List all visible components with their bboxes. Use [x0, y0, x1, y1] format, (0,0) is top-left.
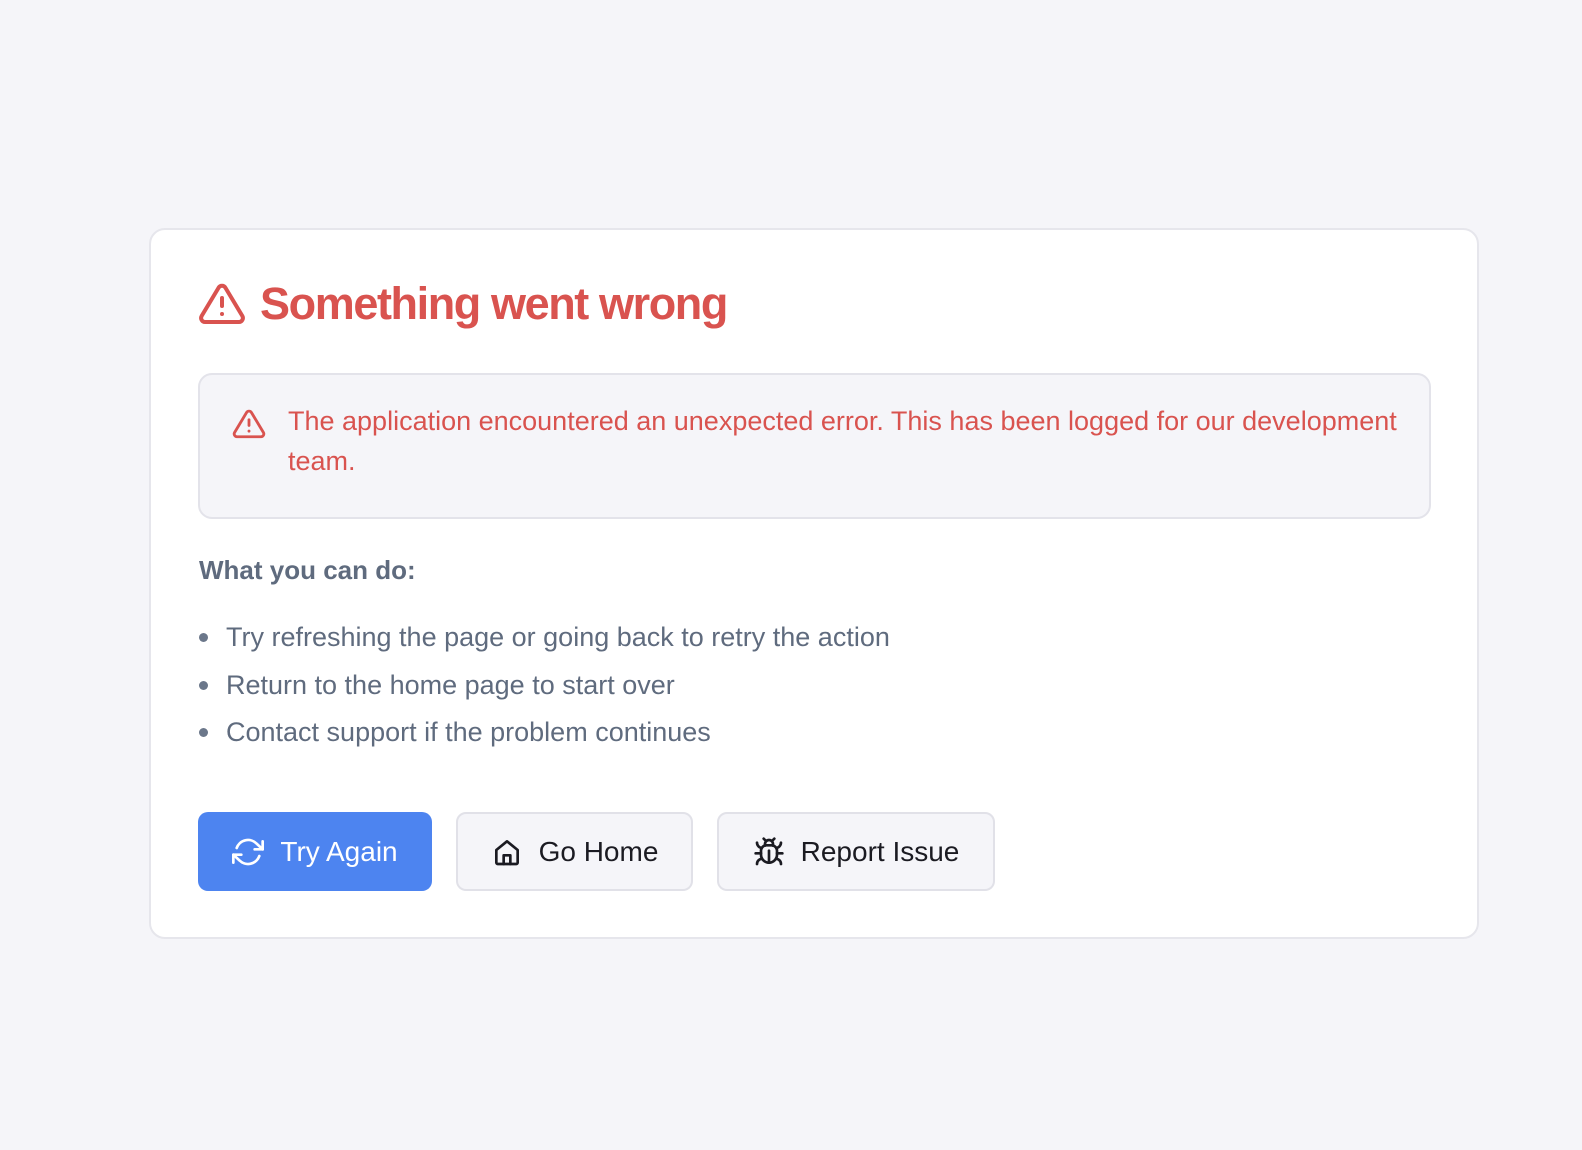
suggestion-text: Try refreshing the page or going back to…	[226, 622, 890, 652]
try-again-label: Try Again	[280, 835, 398, 867]
alert-triangle-icon	[198, 280, 246, 328]
action-buttons: Try Again Go Home Report Issue	[198, 812, 995, 891]
list-item: Contact support if the problem continues	[199, 709, 890, 757]
error-alert: The application encountered an unexpecte…	[198, 373, 1431, 519]
bug-icon	[753, 836, 784, 865]
report-issue-label: Report Issue	[800, 835, 960, 867]
bullet	[199, 633, 208, 642]
suggestion-list: Try refreshing the page or going back to…	[199, 614, 890, 757]
error-header: Something went wrong	[198, 274, 728, 334]
suggestion-text: Contact support if the problem continues	[226, 717, 711, 747]
list-item: Return to the home page to start over	[199, 662, 890, 710]
alert-triangle-icon	[232, 407, 266, 441]
try-again-button[interactable]: Try Again	[198, 812, 432, 891]
bullet	[199, 680, 208, 690]
home-icon	[494, 839, 519, 865]
go-home-label: Go Home	[538, 835, 659, 867]
bullet	[199, 728, 208, 737]
error-card: Something went wrong The application enc…	[149, 228, 1479, 939]
suggestion-text: Return to the home page to start over	[226, 669, 675, 700]
refresh-icon	[232, 838, 265, 865]
report-issue-button[interactable]: Report Issue	[717, 812, 995, 891]
go-home-button[interactable]: Go Home	[456, 812, 693, 891]
help-heading: What you can do:	[199, 555, 416, 585]
list-item: Try refreshing the page or going back to…	[199, 614, 890, 662]
page-title: Something went wrong	[260, 278, 728, 329]
error-message: The application encountered an unexpecte…	[288, 406, 1397, 476]
